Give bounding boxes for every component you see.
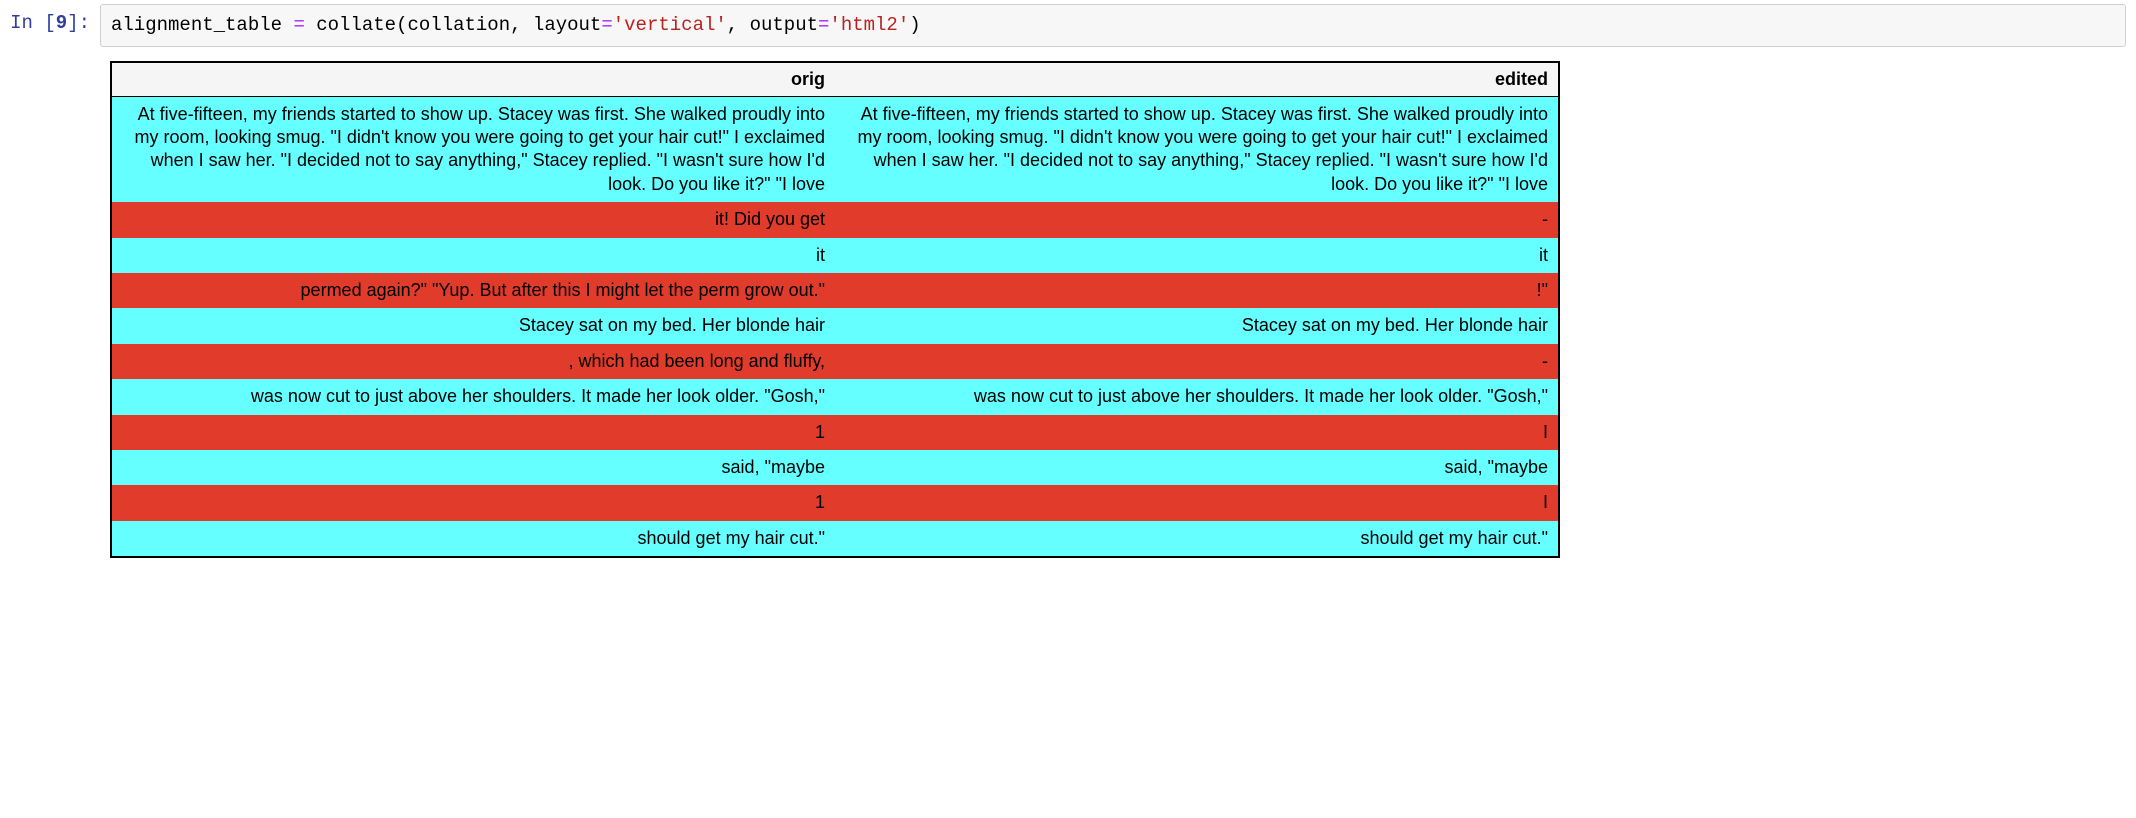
table-cell: 1 (111, 485, 835, 520)
table-cell: !" (835, 273, 1559, 308)
code-kw2-name: output (750, 14, 818, 36)
code-kw1-eq: = (601, 14, 612, 36)
table-cell: permed again?" "Yup. But after this I mi… (111, 273, 835, 308)
table-cell: At five-fifteen, my friends started to s… (835, 96, 1559, 202)
code-assign-target: alignment_table (111, 14, 282, 36)
alignment-table: orig edited At five-fifteen, my friends … (110, 61, 1560, 558)
table-cell: 1 (111, 415, 835, 450)
code-arg0: collation (407, 14, 510, 36)
code-equals: = (293, 14, 304, 36)
code-paren-close: ) (909, 14, 920, 36)
table-row: , which had been long and fluffy,- (111, 344, 1559, 379)
table-cell: I (835, 415, 1559, 450)
table-row: Stacey sat on my bed. Her blonde hairSta… (111, 308, 1559, 343)
table-cell: it (111, 238, 835, 273)
table-row: was now cut to just above her shoulders.… (111, 379, 1559, 414)
table-cell: I (835, 485, 1559, 520)
table-cell: was now cut to just above her shoulders.… (111, 379, 835, 414)
table-cell: was now cut to just above her shoulders.… (835, 379, 1559, 414)
table-row: should get my hair cut."should get my ha… (111, 521, 1559, 557)
code-comma1: , (510, 14, 533, 36)
table-cell: it (835, 238, 1559, 273)
table-cell: should get my hair cut." (111, 521, 835, 557)
prompt-bracket-open: [ (33, 12, 56, 34)
code-paren-open: ( (396, 14, 407, 36)
table-cell: said, "maybe (111, 450, 835, 485)
table-row: permed again?" "Yup. But after this I mi… (111, 273, 1559, 308)
prompt-label: In (10, 12, 33, 34)
table-row: 1I (111, 485, 1559, 520)
prompt-bracket-close: ]: (67, 12, 90, 34)
table-cell: - (835, 202, 1559, 237)
code-input[interactable]: alignment_table = collate(collation, lay… (100, 4, 2126, 47)
table-cell: Stacey sat on my bed. Her blonde hair (835, 308, 1559, 343)
table-cell: - (835, 344, 1559, 379)
code-kw1-name: layout (533, 14, 601, 36)
table-header-row: orig edited (111, 62, 1559, 97)
notebook-cell: In [9]: alignment_table = collate(collat… (0, 0, 2136, 51)
output-area: orig edited At five-fifteen, my friends … (100, 51, 2136, 568)
code-kw2-eq: = (818, 14, 829, 36)
table-row: said, "maybesaid, "maybe (111, 450, 1559, 485)
column-header-edited: edited (835, 62, 1559, 97)
input-area: alignment_table = collate(collation, lay… (100, 4, 2136, 47)
table-cell: At five-fifteen, my friends started to s… (111, 96, 835, 202)
prompt-number: 9 (56, 12, 67, 34)
table-row: At five-fifteen, my friends started to s… (111, 96, 1559, 202)
table-cell: should get my hair cut." (835, 521, 1559, 557)
code-func: collate (316, 14, 396, 36)
table-cell: said, "maybe (835, 450, 1559, 485)
table-row: itit (111, 238, 1559, 273)
code-comma2: , (727, 14, 750, 36)
table-row: it! Did you get- (111, 202, 1559, 237)
table-cell: , which had been long and fluffy, (111, 344, 835, 379)
table-cell: Stacey sat on my bed. Her blonde hair (111, 308, 835, 343)
code-kw1-value: 'vertical' (613, 14, 727, 36)
table-cell: it! Did you get (111, 202, 835, 237)
code-kw2-value: 'html2' (829, 14, 909, 36)
column-header-orig: orig (111, 62, 835, 97)
input-prompt: In [9]: (0, 4, 100, 34)
table-row: 1I (111, 415, 1559, 450)
